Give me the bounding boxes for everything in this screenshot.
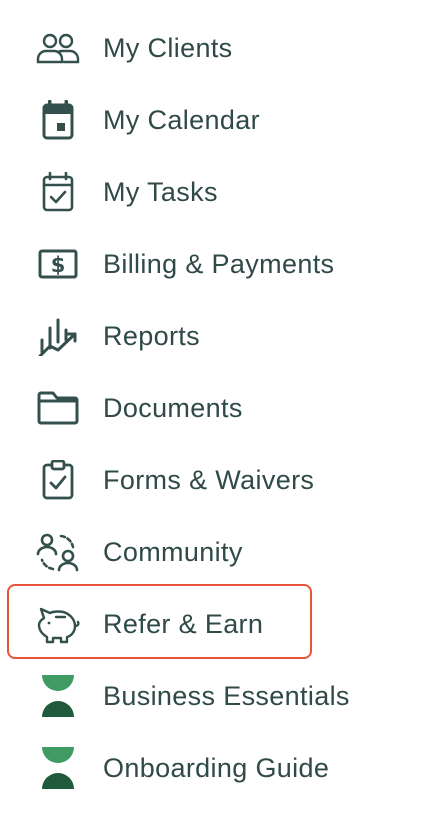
folder-icon xyxy=(36,386,80,430)
nav-item-label: Onboarding Guide xyxy=(103,753,330,783)
community-icon xyxy=(36,530,80,574)
nav-item-label: Business Essentials xyxy=(103,681,350,711)
nav-item-refer-earn[interactable]: Refer & Earn xyxy=(0,588,420,660)
nav-item-label: Community xyxy=(103,537,243,567)
reports-icon xyxy=(36,314,80,358)
svg-text:$: $ xyxy=(51,253,66,277)
brand-logo-icon xyxy=(36,674,80,718)
nav-item-label: My Clients xyxy=(103,33,233,63)
sidebar-nav: My Clients My Calendar My Tasks $ Billin… xyxy=(0,0,432,814)
nav-item-documents[interactable]: Documents xyxy=(0,372,420,444)
nav-item-label: Forms & Waivers xyxy=(103,465,315,495)
nav-item-business-essentials[interactable]: Business Essentials xyxy=(0,660,420,732)
nav-item-label: Billing & Payments xyxy=(103,249,335,279)
nav-item-label: My Tasks xyxy=(103,177,218,207)
nav-item-onboarding-guide[interactable]: Onboarding Guide xyxy=(0,732,420,804)
nav-item-billing-payments[interactable]: $ Billing & Payments xyxy=(0,228,420,300)
brand-logo-icon xyxy=(36,746,80,790)
calendar-icon xyxy=(36,98,80,142)
nav-item-my-calendar[interactable]: My Calendar xyxy=(0,84,420,156)
nav-item-my-clients[interactable]: My Clients xyxy=(0,12,420,84)
nav-item-community[interactable]: Community xyxy=(0,516,420,588)
nav-item-label: Refer & Earn xyxy=(103,609,264,639)
tasks-icon xyxy=(36,170,80,214)
clients-icon xyxy=(36,26,80,70)
nav-item-forms-waivers[interactable]: Forms & Waivers xyxy=(0,444,420,516)
nav-item-my-tasks[interactable]: My Tasks xyxy=(0,156,420,228)
nav-item-label: Documents xyxy=(103,393,243,423)
clipboard-icon xyxy=(36,458,80,502)
nav-item-label: Reports xyxy=(103,321,200,351)
piggy-bank-icon xyxy=(36,602,80,646)
billing-icon: $ xyxy=(36,242,80,286)
nav-item-label: My Calendar xyxy=(103,105,260,135)
nav-item-reports[interactable]: Reports xyxy=(0,300,420,372)
